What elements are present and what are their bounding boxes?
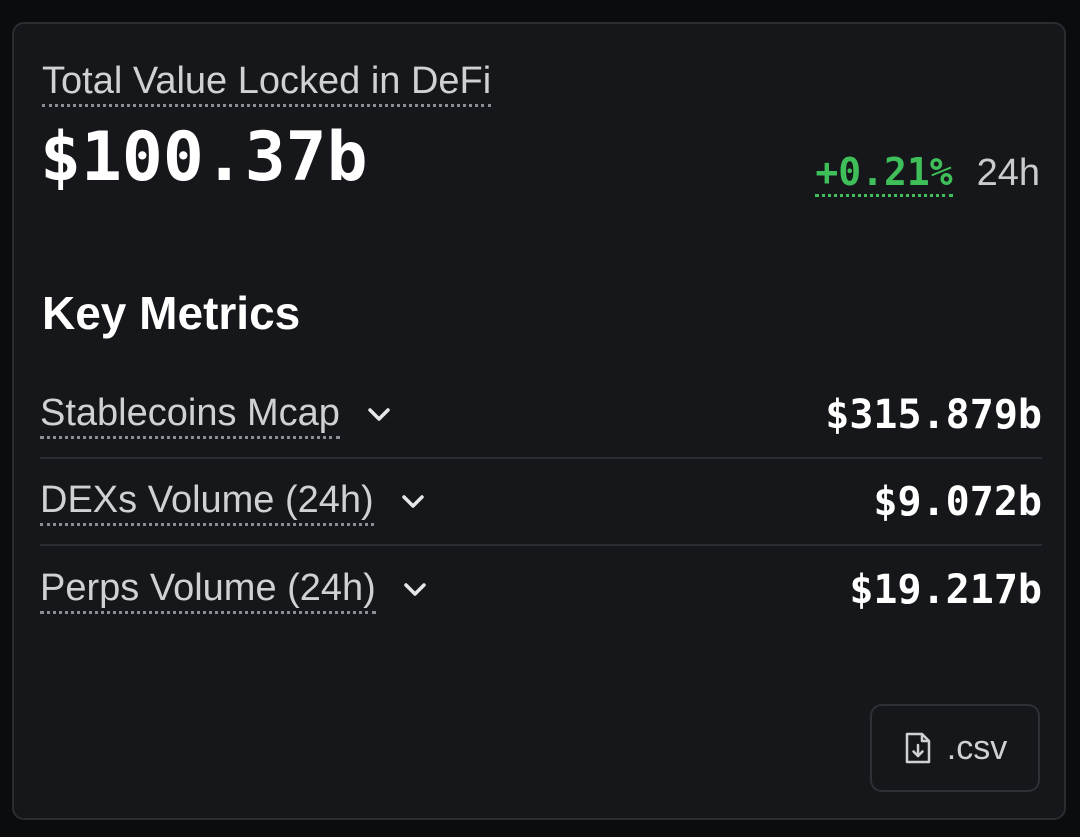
tvl-change: +0.21% 24h: [815, 150, 1040, 197]
chevron-down-icon[interactable]: [396, 485, 430, 519]
chevron-down-icon[interactable]: [398, 573, 432, 607]
metric-label[interactable]: Stablecoins Mcap: [40, 390, 340, 439]
file-download-icon: [903, 731, 933, 765]
perps-volume-toggle[interactable]: Perps Volume (24h): [40, 565, 432, 614]
metric-row-perps-volume: Perps Volume (24h) $19.217b: [40, 546, 1042, 633]
tvl-change-period: 24h: [976, 152, 1040, 194]
metric-row-dexs-volume: DEXs Volume (24h) $9.072b: [40, 459, 1042, 546]
metric-value: $9.072b: [873, 478, 1042, 525]
metric-row-stablecoins-mcap: Stablecoins Mcap $315.879b: [40, 372, 1042, 459]
dexs-volume-toggle[interactable]: DEXs Volume (24h): [40, 477, 430, 526]
tvl-card: Total Value Locked in DeFi $100.37b +0.2…: [12, 22, 1066, 820]
stablecoins-mcap-toggle[interactable]: Stablecoins Mcap: [40, 390, 396, 439]
csv-button-label: .csv: [946, 729, 1008, 767]
metric-label[interactable]: Perps Volume (24h): [40, 565, 376, 614]
tvl-label[interactable]: Total Value Locked in DeFi: [42, 58, 492, 107]
key-metrics-title: Key Metrics: [42, 287, 301, 339]
metric-value: $19.217b: [849, 566, 1042, 613]
metric-label[interactable]: DEXs Volume (24h): [40, 477, 374, 526]
csv-download-button[interactable]: .csv: [870, 704, 1040, 792]
key-metrics-list: Stablecoins Mcap $315.879b DEXs Volume (…: [40, 372, 1042, 633]
metric-value: $315.879b: [825, 391, 1042, 438]
tvl-change-percent[interactable]: +0.21%: [815, 150, 953, 197]
tvl-value: $100.37b: [40, 118, 368, 197]
chevron-down-icon[interactable]: [362, 398, 396, 432]
